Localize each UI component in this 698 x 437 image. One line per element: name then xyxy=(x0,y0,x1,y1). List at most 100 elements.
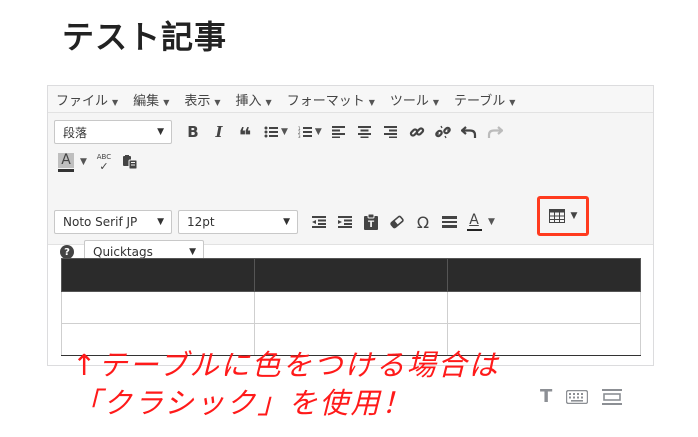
chevron-down-icon[interactable]: ▼ xyxy=(488,217,495,227)
menu-label: 挿入 xyxy=(235,93,262,109)
redo-icon xyxy=(487,126,503,138)
spellcheck-button[interactable]: ABC ✓ xyxy=(91,149,117,175)
chevron-down-icon: ▼ xyxy=(112,97,119,107)
chevron-down-icon: ▼ xyxy=(432,97,440,107)
undo-icon xyxy=(460,126,476,138)
chevron-down-icon: ▼ xyxy=(214,97,221,107)
menu-label: 表示 xyxy=(184,93,211,109)
menu-insert[interactable]: 挿入 ▼ xyxy=(236,90,272,109)
undo-button[interactable] xyxy=(456,119,482,145)
color-swatch xyxy=(58,168,74,172)
editor-menubar: ファイル ▼ 編集 ▼ 表示 ▼ 挿入 ▼ フォーマット ▼ ツール ▼ テーブル ▼ xyxy=(48,86,653,113)
toolbar-row-1: 段落 ▼ B I ❝ ▼ 123 ▼ xyxy=(54,119,508,149)
redo-button[interactable] xyxy=(482,119,508,145)
link-icon xyxy=(409,127,425,137)
table-header-cell[interactable] xyxy=(254,258,448,292)
menu-tools[interactable]: ツール ▼ xyxy=(390,90,439,109)
italic-button[interactable]: I xyxy=(206,119,232,145)
menu-label: ファイル xyxy=(56,93,109,109)
menu-edit[interactable]: 編集 ▼ xyxy=(133,90,169,109)
editor-toolbar: 段落 ▼ B I ❝ ▼ 123 ▼ A ▼ ABC ✓ Noto Serif … xyxy=(48,113,653,264)
text-color-button[interactable]: A xyxy=(462,209,486,235)
annotation-line-1: ↑テーブルに色をつける場合は xyxy=(72,348,500,382)
font-family-value: Noto Serif JP xyxy=(63,215,138,229)
outdent-button[interactable] xyxy=(306,209,332,235)
indent-button[interactable] xyxy=(332,209,358,235)
unlink-icon xyxy=(435,125,451,139)
fullscreen-icon[interactable] xyxy=(602,388,623,405)
align-left-icon xyxy=(332,126,346,138)
chevron-down-icon: ▼ xyxy=(509,97,516,107)
special-character-button[interactable]: Ω xyxy=(410,209,436,235)
chevron-down-icon: ▼ xyxy=(189,247,196,257)
toolbar-row-2: A ▼ ABC ✓ xyxy=(54,149,143,175)
keyboard-icon[interactable] xyxy=(566,389,589,404)
quote-icon: ❝ xyxy=(238,123,252,149)
bold-button[interactable]: B xyxy=(180,119,206,145)
paste-icon xyxy=(122,155,138,170)
table-cell[interactable] xyxy=(447,291,641,324)
table-header-cell[interactable] xyxy=(61,258,255,292)
table-button-highlight[interactable]: ▼ xyxy=(537,196,589,236)
table-header-cell[interactable] xyxy=(447,258,641,292)
help-icon: ? xyxy=(60,245,74,259)
annotation-line-2: 「クラシック」を使用！ xyxy=(72,386,413,420)
omega-icon: Ω xyxy=(416,212,430,232)
align-left-button[interactable] xyxy=(326,119,352,145)
chevron-down-icon: ▼ xyxy=(570,211,578,221)
checkmark-icon: ✓ xyxy=(99,160,109,173)
format-select-value: 段落 xyxy=(63,125,88,140)
menu-view[interactable]: 表示 ▼ xyxy=(184,90,220,109)
chevron-down-icon: ▼ xyxy=(265,97,272,107)
align-center-button[interactable] xyxy=(352,119,378,145)
text-color-icon: A xyxy=(469,212,479,228)
editor-status-icons: T xyxy=(540,386,623,407)
page-title: テスト記事 xyxy=(62,18,228,56)
font-size-value: 12pt xyxy=(187,215,215,229)
chevron-down-icon[interactable]: ▼ xyxy=(281,127,288,137)
chevron-down-icon[interactable]: ▼ xyxy=(80,157,87,167)
chevron-down-icon: ▼ xyxy=(283,217,290,227)
menu-label: フォーマット xyxy=(286,93,365,109)
svg-text:T: T xyxy=(368,220,375,230)
font-family-select[interactable]: Noto Serif JP ▼ xyxy=(54,210,172,234)
remove-link-button[interactable] xyxy=(430,119,456,145)
classic-editor: ファイル ▼ 編集 ▼ 表示 ▼ 挿入 ▼ フォーマット ▼ ツール ▼ テーブル ▼ 段落 … xyxy=(47,85,654,366)
chevron-down-icon: ▼ xyxy=(368,97,375,107)
chevron-down-icon: ▼ xyxy=(157,127,164,137)
menu-label: 編集 xyxy=(133,93,160,109)
font-size-select[interactable]: 12pt ▼ xyxy=(178,210,298,234)
format-select[interactable]: 段落 ▼ xyxy=(54,120,172,144)
table-header-row xyxy=(61,258,641,292)
menu-table[interactable]: テーブル ▼ xyxy=(454,90,515,109)
text-mode-icon[interactable]: T xyxy=(540,386,552,407)
color-swatch xyxy=(466,229,482,231)
align-center-icon xyxy=(358,126,372,138)
chevron-down-icon: ▼ xyxy=(157,217,164,227)
table-row xyxy=(61,291,641,324)
menu-file[interactable]: ファイル ▼ xyxy=(56,90,118,109)
paste-text-icon: T xyxy=(364,214,378,230)
chevron-down-icon: ▼ xyxy=(163,97,170,107)
paste-special-button[interactable] xyxy=(117,149,143,175)
table-cell[interactable] xyxy=(254,291,448,324)
clear-formatting-button[interactable] xyxy=(384,209,410,235)
background-color-button[interactable]: A xyxy=(54,149,78,175)
bullet-list-icon xyxy=(264,126,278,138)
menu-label: ツール xyxy=(389,93,429,109)
insert-link-button[interactable] xyxy=(404,119,430,145)
paste-as-text-button[interactable]: T xyxy=(358,209,384,235)
chevron-down-icon[interactable]: ▼ xyxy=(315,127,322,137)
numbered-list-icon: 123 xyxy=(298,126,312,138)
text-color-icon: A xyxy=(58,152,74,168)
align-right-button[interactable] xyxy=(378,119,404,145)
outdent-icon xyxy=(312,216,326,228)
blockquote-button[interactable]: ❝ xyxy=(232,119,258,149)
menu-label: テーブル xyxy=(454,93,506,109)
menu-format[interactable]: フォーマット ▼ xyxy=(287,90,375,109)
horizontal-line-button[interactable] xyxy=(436,209,462,235)
toolbar-row-3: Noto Serif JP ▼ 12pt ▼ T Ω A ▼ xyxy=(54,209,499,235)
table-cell[interactable] xyxy=(61,291,255,324)
align-right-icon xyxy=(384,126,398,138)
indent-icon xyxy=(338,216,352,228)
